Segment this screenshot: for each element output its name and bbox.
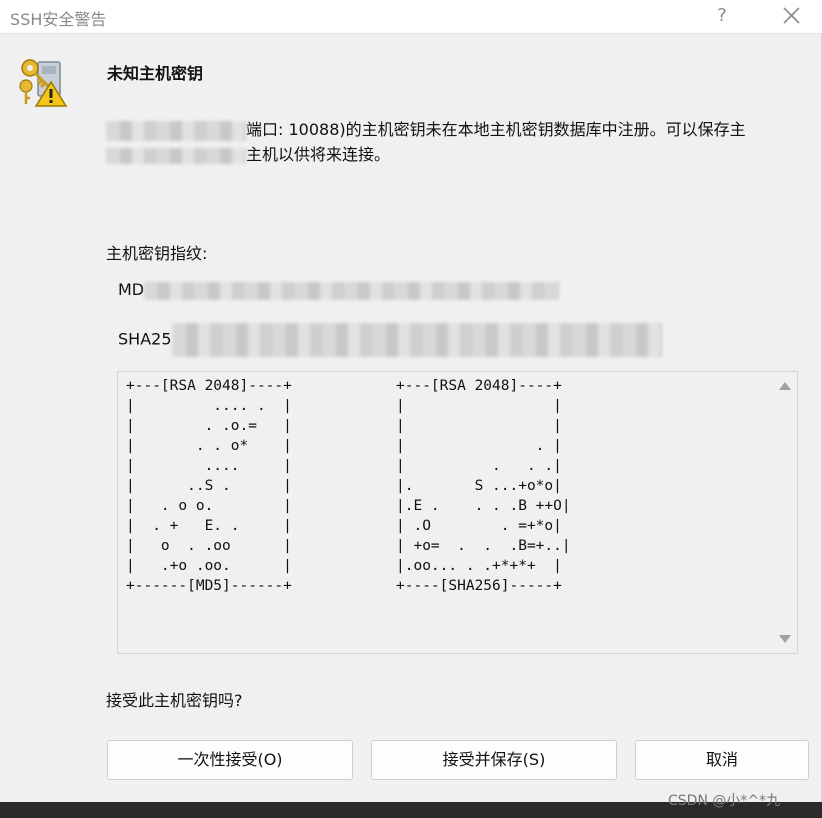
window-title: SSH安全警告 <box>10 10 107 29</box>
scroll-down-arrow-icon[interactable] <box>779 635 791 643</box>
sha256-randomart: +---[RSA 2048]----+ | | | | | . | | . . … <box>396 378 571 594</box>
md5-fingerprint: MD <box>118 280 560 300</box>
close-button[interactable] <box>776 3 806 29</box>
ssh-security-warning-dialog: SSH安全警告 ? 未知主机密钥 端口: 10088)的主机密钥未在本地主机密钥… <box>0 0 822 802</box>
accept-and-save-button[interactable]: 接受并保存(S) <box>371 740 617 780</box>
sha256-prefix: SHA25 <box>118 329 172 349</box>
dialog-heading: 未知主机密钥 <box>107 64 204 83</box>
redacted-host-block <box>106 120 246 141</box>
accept-question: 接受此主机密钥吗? <box>106 691 243 710</box>
key-warning-icon <box>19 59 68 107</box>
message-text-2: 主机以供将来连接。 <box>246 145 391 164</box>
redacted-sha256-value <box>171 323 662 357</box>
md5-prefix: MD <box>118 280 145 299</box>
vertical-scrollbar[interactable] <box>773 372 797 653</box>
accept-once-button[interactable]: 一次性接受(O) <box>107 740 353 780</box>
message-line-2: 主机以供将来连接。 <box>106 142 806 167</box>
redacted-md5-value <box>144 281 560 300</box>
message-line-1: 端口: 10088)的主机密钥未在本地主机密钥数据库中注册。可以保存主 <box>106 117 806 142</box>
sha256-fingerprint: SHA25 <box>118 323 662 357</box>
scroll-up-arrow-icon[interactable] <box>779 382 791 390</box>
close-icon <box>783 7 800 24</box>
cancel-button[interactable]: 取消 <box>635 740 809 780</box>
help-button[interactable]: ? <box>710 4 734 28</box>
csdn-watermark: CSDN @小*^*九 <box>668 793 781 809</box>
title-bar[interactable]: SSH安全警告 ? <box>0 0 822 34</box>
randomart-panel[interactable]: +---[RSA 2048]----+ | .... . | | . .o.= … <box>117 371 798 654</box>
redacted-text-block <box>106 147 246 164</box>
fingerprint-label: 主机密钥指纹: <box>106 244 208 263</box>
message-text-1: 端口: 10088)的主机密钥未在本地主机密钥数据库中注册。可以保存主 <box>246 120 746 139</box>
md5-randomart: +---[RSA 2048]----+ | .... . | | . .o.= … <box>126 378 292 594</box>
warning-message: 端口: 10088)的主机密钥未在本地主机密钥数据库中注册。可以保存主 主机以供… <box>106 117 806 167</box>
